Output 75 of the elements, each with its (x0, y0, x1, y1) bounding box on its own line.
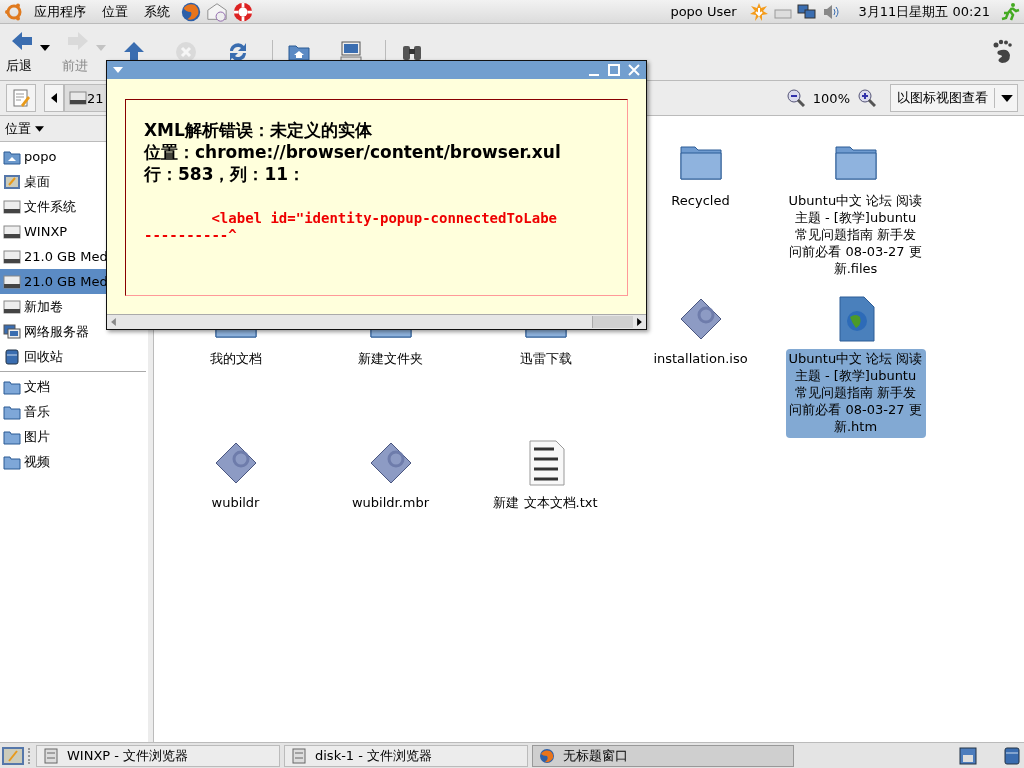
mail-icon[interactable] (206, 0, 228, 23)
left-arrow-icon (10, 29, 34, 53)
dropdown-arrow-icon (1001, 94, 1013, 102)
drive-icon (3, 273, 21, 290)
file-cabinet-icon (43, 747, 59, 764)
dropdown-arrow-icon[interactable] (40, 45, 50, 51)
folder-icon (3, 453, 21, 470)
drive-icon (69, 91, 87, 105)
file-name[interactable]: 我的文档 (165, 349, 306, 370)
drive-icon (3, 298, 21, 315)
file-name[interactable]: 新建文件夹 (320, 349, 461, 370)
scroll-left-button[interactable] (44, 84, 64, 112)
drive-icon (3, 248, 21, 265)
desktop-icon (3, 173, 21, 190)
drive-icon (3, 223, 21, 240)
zoom-level: 100% (812, 90, 850, 106)
dropdown-arrow-icon (35, 125, 44, 132)
sidebar-item[interactable]: 网络服务器 (0, 319, 148, 344)
window-menu-icon[interactable] (113, 67, 123, 73)
drive-icon (3, 198, 21, 215)
sidebar-item[interactable]: 音乐 (0, 399, 148, 424)
file-cabinet-icon (291, 747, 307, 764)
user-name[interactable]: popo User (670, 4, 737, 19)
panel-menu[interactable]: 应用程序 (28, 2, 92, 21)
zoom-out-icon[interactable] (786, 89, 805, 107)
left-triangle-icon (111, 318, 116, 326)
sidebar-item[interactable]: 视频 (0, 449, 148, 474)
edit-location-button[interactable] (6, 84, 36, 112)
taskbar-button[interactable]: disk-1 - 文件浏览器 (284, 744, 528, 767)
trash-icon (3, 348, 21, 365)
logo-icon[interactable] (4, 1, 24, 22)
left-triangle-icon (51, 93, 57, 103)
sidebar-item[interactable]: 新加卷 (0, 294, 148, 319)
file-name[interactable]: 新建 文本文档.txt (475, 493, 616, 514)
network-icon[interactable] (796, 1, 817, 22)
close-icon[interactable] (628, 64, 640, 76)
sidebar-item[interactable]: 文档 (0, 374, 148, 399)
file-name[interactable]: wubildr (165, 493, 306, 514)
zoom-in-icon[interactable] (858, 89, 876, 107)
window-switcher-icon[interactable] (958, 745, 978, 766)
help-icon[interactable] (232, 0, 254, 23)
view-mode-dropdown[interactable]: 以图标视图查看 (890, 84, 1018, 112)
sidebar-item[interactable]: 回收站 (0, 344, 148, 369)
sidebar-item[interactable]: 文件系统 (0, 194, 148, 219)
file-name[interactable]: Ubuntu中文 论坛 阅读主题 - [教学]ubuntu 常见问题指南 新手发问前必看 08-03-27 更新.htm (785, 349, 926, 438)
file-name[interactable]: wubildr.mbr (320, 493, 461, 514)
folder-icon (3, 403, 21, 420)
browser-icon (539, 747, 555, 764)
notepad-icon (11, 88, 31, 108)
maximize-icon[interactable] (608, 64, 620, 76)
taskbar-button[interactable]: WINXP - 文件浏览器 (36, 744, 280, 767)
horizontal-scrollbar[interactable] (107, 314, 646, 329)
show-desktop-icon[interactable] (2, 745, 24, 766)
right-triangle-icon (637, 318, 642, 326)
taskbar-button[interactable]: 无标题窗口 (532, 744, 794, 767)
panel-menu[interactable]: 系统 (138, 2, 176, 21)
back-button[interactable]: 后退 (4, 26, 52, 78)
browser-icon[interactable] (180, 0, 202, 23)
home-folder-icon (3, 148, 21, 165)
network-icon (3, 323, 21, 340)
file-name[interactable]: Ubuntu中文 论坛 阅读主题 - [教学]ubuntu 常见问题指南 新手发问前必看 08-03-27 更新.files (785, 191, 926, 280)
file-name[interactable]: installation.iso (630, 349, 771, 370)
panel-menu[interactable]: 位置 (96, 2, 134, 21)
sidebar-item[interactable]: 图片 (0, 424, 148, 449)
scrollbar-thumb[interactable] (592, 316, 633, 328)
error-pointer: ----------^ (144, 227, 238, 244)
error-message: 位置：chrome://browser/content/browser.xul (144, 141, 562, 163)
folder-icon (3, 378, 21, 395)
running-man-icon[interactable] (1000, 1, 1020, 22)
file-name[interactable]: 迅雷下载 (475, 349, 616, 370)
trash-icon[interactable] (1002, 745, 1022, 766)
folder-icon (3, 428, 21, 445)
source-line: <label id="identity-popup-connectedToLabe (210, 210, 558, 227)
clock[interactable]: 3月11日星期五 00:21 (858, 2, 990, 21)
error-message: 行：583，列：11： (144, 163, 307, 185)
